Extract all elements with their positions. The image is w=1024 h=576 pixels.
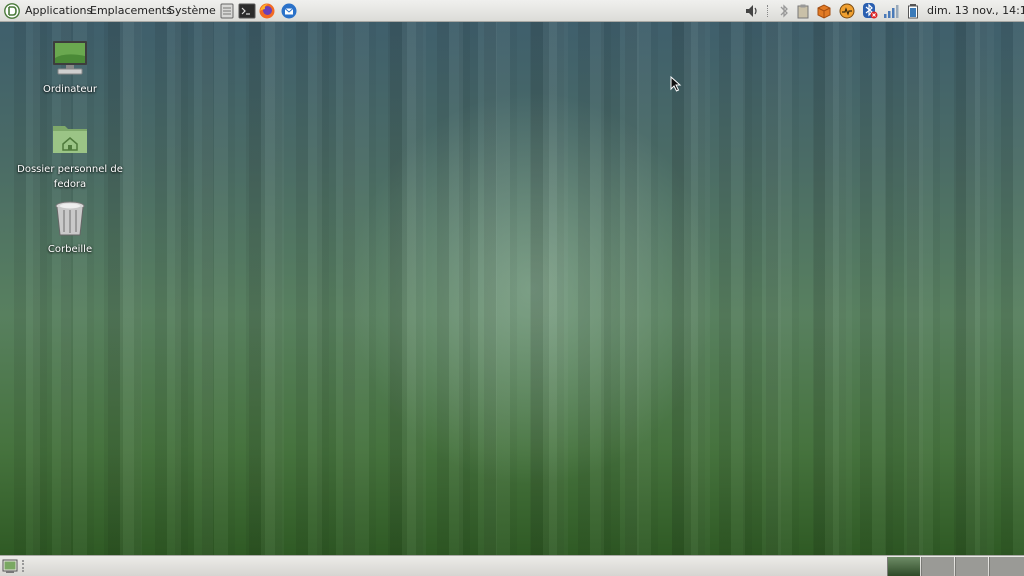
- computer-icon: [53, 41, 87, 75]
- desktop-icon-home-folder[interactable]: Dossier personnel de fedora: [12, 120, 128, 192]
- workspace-3[interactable]: [955, 557, 988, 576]
- applications-menu[interactable]: Applications: [25, 4, 92, 18]
- package-updates-icon[interactable]: [816, 3, 832, 19]
- terminal-icon[interactable]: [238, 2, 256, 20]
- bluetooth-icon[interactable]: [776, 3, 792, 19]
- clipboard-icon[interactable]: [795, 3, 811, 19]
- file-manager-icon[interactable]: [218, 2, 236, 20]
- desktop-icon-trash[interactable]: Corbeille: [12, 200, 128, 257]
- bottom-panel: [0, 555, 1024, 576]
- workspace-1[interactable]: [887, 557, 920, 576]
- workspace-2[interactable]: [921, 557, 954, 576]
- panel-handle[interactable]: [22, 560, 26, 572]
- top-panel: Applications Emplacements Système dim. 1…: [0, 0, 1024, 22]
- battery-icon[interactable]: [905, 3, 921, 19]
- places-menu[interactable]: Emplacements: [90, 4, 172, 18]
- desktop-icon-label: Corbeille: [47, 244, 93, 255]
- tray-separator: [767, 5, 769, 17]
- system-monitor-icon[interactable]: [839, 3, 855, 19]
- main-menu-logo-icon[interactable]: [4, 3, 20, 19]
- desktop-icon-label: Ordinateur: [43, 84, 97, 95]
- workspace-4[interactable]: [989, 557, 1024, 576]
- thunderbird-icon[interactable]: [280, 2, 298, 20]
- mouse-cursor-icon: [670, 76, 682, 92]
- system-menu[interactable]: Système: [168, 4, 216, 18]
- firefox-icon[interactable]: [258, 2, 276, 20]
- network-signal-icon[interactable]: [883, 3, 899, 19]
- desktop-icon-computer[interactable]: Ordinateur: [12, 38, 128, 97]
- trash-icon: [55, 201, 85, 236]
- show-desktop-icon[interactable]: [2, 558, 18, 574]
- desktop-icon-label: Dossier personnel de fedora: [17, 164, 123, 190]
- clock[interactable]: dim. 13 nov., 14:18: [927, 4, 1024, 18]
- bluetooth-disabled-icon[interactable]: [862, 3, 878, 19]
- home-folder-icon: [53, 126, 87, 153]
- volume-icon[interactable]: [744, 3, 760, 19]
- desktop-background[interactable]: [0, 22, 1024, 555]
